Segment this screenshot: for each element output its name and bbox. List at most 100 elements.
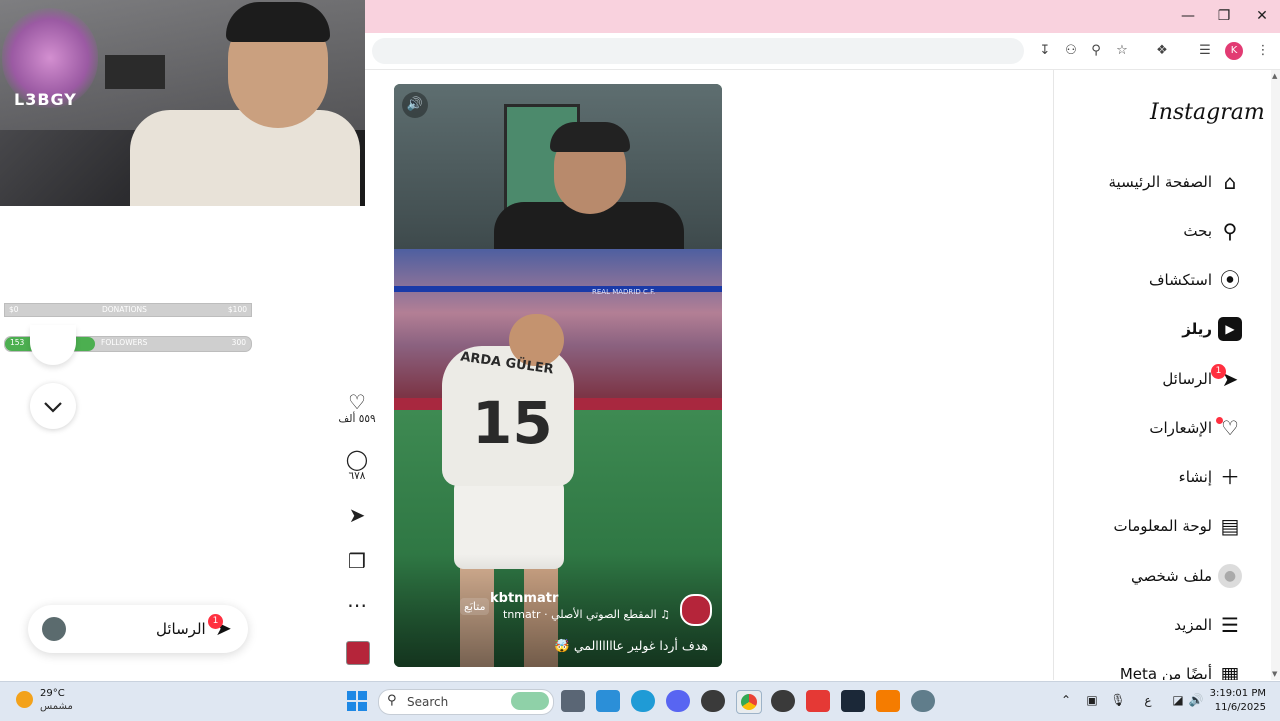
weather-condition[interactable]: مشمس bbox=[40, 701, 73, 712]
network-icon[interactable]: ◪ bbox=[1170, 692, 1186, 708]
webcam-person-body bbox=[130, 110, 360, 206]
nav-explore[interactable]: استكشاف ⦿ bbox=[1080, 264, 1250, 298]
nav-home[interactable]: الصفحة الرئيسية ⌂ bbox=[1080, 166, 1250, 200]
share-icon[interactable]: ➤ bbox=[336, 504, 378, 526]
wps-icon[interactable] bbox=[806, 690, 830, 712]
scroll-up-icon[interactable]: ▲ bbox=[1272, 72, 1277, 80]
clock-date[interactable]: 11/6/2025 bbox=[1208, 702, 1266, 713]
floating-messages-badge: 1 bbox=[208, 614, 223, 629]
meta-icon: ▦ bbox=[1220, 662, 1240, 680]
taskbar-search[interactable]: ⚲ Search bbox=[378, 689, 554, 715]
instagram-logo[interactable]: Instagram bbox=[1150, 100, 1265, 125]
reel-author-name[interactable]: kbtnmatr bbox=[490, 591, 558, 606]
discord-icon[interactable] bbox=[666, 690, 690, 712]
nav-profile[interactable]: ملف شخصي ● bbox=[1080, 560, 1250, 594]
page-scrollbar[interactable]: ▲ ▼ bbox=[1271, 70, 1280, 680]
reel-facecam-hair bbox=[550, 122, 630, 152]
scroll-down-icon[interactable]: ▼ bbox=[1272, 670, 1277, 678]
messages-badge: 1 bbox=[1211, 364, 1226, 379]
search-highlight-icon bbox=[511, 692, 549, 710]
plus-icon: ＋ bbox=[1220, 465, 1240, 489]
stadium-banner-stripe bbox=[394, 286, 722, 292]
edge-icon[interactable] bbox=[631, 690, 655, 712]
tray-overflow-icon[interactable]: ⌃ bbox=[1058, 692, 1074, 708]
chrome-icon[interactable] bbox=[736, 690, 762, 714]
clock-time[interactable]: 3:19:01 PM bbox=[1208, 688, 1266, 699]
reel-author-avatar[interactable] bbox=[680, 594, 712, 626]
nav-dashboard-label: لوحة المعلومات bbox=[1113, 517, 1213, 535]
notification-dot bbox=[1216, 417, 1223, 424]
previous-reel-button[interactable] bbox=[30, 325, 76, 365]
nav-profile-label: ملف شخصي bbox=[1130, 567, 1212, 585]
followers-current: 153 bbox=[10, 338, 25, 347]
address-bar[interactable] bbox=[372, 38, 1024, 64]
media-control-icon[interactable]: ☰ bbox=[1194, 41, 1216, 61]
reels-icon: ▶ bbox=[1218, 317, 1242, 341]
maximize-icon[interactable]: ❐ bbox=[1210, 5, 1238, 27]
tray-app-icon[interactable]: ▣ bbox=[1084, 692, 1100, 708]
extensions-icon[interactable]: ❖ bbox=[1151, 41, 1173, 61]
more-action[interactable]: ⋯ bbox=[336, 594, 378, 616]
followers-label: FOLLOWERS bbox=[101, 338, 148, 347]
minimize-icon[interactable]: — bbox=[1174, 5, 1202, 27]
search-icon: ⚲ bbox=[1222, 219, 1238, 243]
more-options-icon[interactable]: ⋯ bbox=[336, 594, 378, 616]
input-language[interactable]: ع bbox=[1140, 692, 1156, 708]
bookmark-star-icon[interactable]: ☆ bbox=[1111, 41, 1133, 61]
like-action[interactable]: ♡ ٥٥٩ ألف bbox=[336, 391, 378, 425]
nav-search[interactable]: بحث ⚲ bbox=[1080, 215, 1250, 249]
weather-temperature[interactable]: 29°C bbox=[40, 688, 65, 699]
nav-create[interactable]: إنشاء ＋ bbox=[1080, 461, 1250, 495]
floating-messages-label: الرسائل bbox=[156, 620, 206, 638]
volume-icon[interactable]: 🔊 bbox=[402, 92, 428, 118]
zoom-icon[interactable]: ⚲ bbox=[1085, 41, 1107, 61]
comment-count: ٦٧٨ bbox=[348, 470, 366, 482]
donations-label: DONATIONS bbox=[102, 305, 147, 314]
nav-more[interactable]: المزيد ☰ bbox=[1080, 609, 1250, 643]
next-reel-button[interactable] bbox=[30, 383, 76, 429]
search-icon: ⚲ bbox=[387, 693, 397, 708]
reel-audio[interactable]: tnmatr · المقطع الصوتي الأصلي ♫ bbox=[470, 608, 670, 621]
nav-create-label: إنشاء bbox=[1178, 468, 1212, 486]
chevron-down-icon bbox=[44, 402, 62, 413]
reel-caption: هدف أردا غولير عاااااالمي 🤯 bbox=[554, 638, 708, 653]
bookmark-icon[interactable]: ❒ bbox=[336, 550, 378, 572]
vlc-icon[interactable] bbox=[876, 690, 900, 712]
comment-icon[interactable]: ◯ bbox=[336, 448, 378, 470]
steam-icon[interactable] bbox=[841, 690, 865, 712]
file-explorer-icon[interactable] bbox=[596, 690, 620, 712]
obs-icon[interactable] bbox=[701, 690, 725, 712]
windows-start-icon[interactable] bbox=[347, 691, 367, 711]
install-app-icon[interactable]: ↧ bbox=[1034, 41, 1056, 61]
webcam-person-hair bbox=[226, 2, 330, 42]
browser-menu-icon[interactable]: ⋮ bbox=[1252, 41, 1274, 61]
audio-thumbnail[interactable] bbox=[346, 641, 370, 665]
heart-icon[interactable]: ♡ bbox=[336, 391, 378, 413]
dashboard-icon: ▤ bbox=[1220, 514, 1240, 538]
jersey-number: 15 bbox=[472, 389, 553, 457]
comment-action[interactable]: ◯ ٦٧٨ bbox=[336, 448, 378, 482]
reel-video[interactable]: REAL MADRID C.F. ARDA GÜLER 15 🔊 kbtnmat… bbox=[394, 84, 722, 667]
microphone-icon[interactable]: 🎙 bbox=[1110, 692, 1126, 708]
nav-notifications[interactable]: الإشعارات ♡ bbox=[1080, 412, 1250, 446]
weather-sun-icon[interactable] bbox=[16, 691, 33, 708]
nav-explore-label: استكشاف bbox=[1148, 271, 1212, 289]
floating-messages-button[interactable]: الرسائل ➤ 1 bbox=[28, 605, 248, 653]
share-action[interactable]: ➤ bbox=[336, 504, 378, 526]
nav-also-from-meta[interactable]: أيضًا من Meta ▦ bbox=[1080, 658, 1250, 680]
profile-icon: ● bbox=[1218, 564, 1242, 588]
nav-reels[interactable]: ريلز ▶ bbox=[1080, 313, 1250, 347]
save-action[interactable]: ❒ bbox=[336, 550, 378, 572]
profile-avatar[interactable]: K bbox=[1225, 42, 1243, 60]
explore-icon: ⦿ bbox=[1220, 268, 1240, 292]
taskbar-search-placeholder: Search bbox=[407, 695, 449, 709]
reel-audio-text: tnmatr · المقطع الصوتي الأصلي bbox=[503, 608, 657, 621]
nav-messages[interactable]: الرسائل ➤ 1 bbox=[1080, 363, 1250, 397]
volume-icon[interactable]: 🔊 bbox=[1188, 692, 1204, 708]
translate-icon[interactable]: ⚇ bbox=[1060, 41, 1082, 61]
close-icon[interactable]: ✕ bbox=[1248, 5, 1276, 27]
settings-icon[interactable] bbox=[911, 690, 935, 712]
task-view-icon[interactable] bbox=[561, 690, 585, 712]
app-icon[interactable] bbox=[771, 690, 795, 712]
nav-dashboard[interactable]: لوحة المعلومات ▤ bbox=[1080, 510, 1250, 544]
